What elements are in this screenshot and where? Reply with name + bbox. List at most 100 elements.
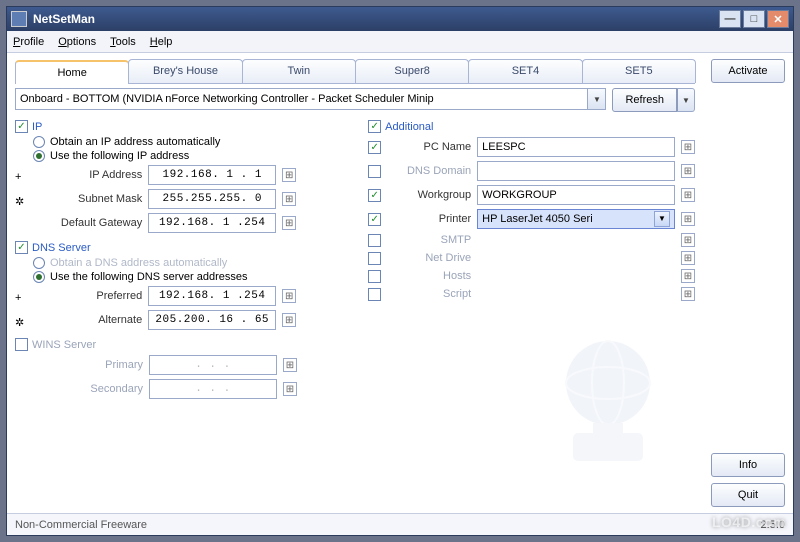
pcname-input[interactable]: LEESPC [477, 137, 675, 157]
main-panel: Home Brey's House Twin Super8 SET4 SET5 … [7, 53, 703, 513]
gateway-expand-icon[interactable]: ⊞ [282, 216, 296, 230]
smtp-checkbox[interactable]: ✓ [368, 234, 381, 247]
ip-use-label: Use the following IP address [50, 150, 189, 162]
dns-alternate-expand-icon[interactable]: ⊞ [282, 313, 296, 327]
dns-use-label: Use the following DNS server addresses [50, 271, 247, 283]
printer-dropdown-icon[interactable]: ▼ [654, 211, 670, 227]
wins-checkbox[interactable]: ✓ [15, 338, 28, 351]
additional-checkbox[interactable]: ✓ [368, 120, 381, 133]
printer-expand-icon[interactable]: ⊞ [681, 212, 695, 226]
maximize-button[interactable]: □ [743, 10, 765, 28]
menu-tools[interactable]: Tools [110, 36, 136, 48]
workgroup-label: Workgroup [387, 189, 471, 201]
dnsdomain-expand-icon[interactable]: ⊞ [681, 164, 695, 178]
right-pane: ✓ Additional ✓ PC Name LEESPC ⊞ ✓ DNS Do… [368, 120, 695, 407]
wins-secondary-input[interactable]: . . . [149, 379, 277, 399]
ip-checkbox[interactable]: ✓ [15, 120, 28, 133]
ip-gear-icon[interactable]: ✲ [15, 195, 24, 208]
menu-options[interactable]: Options [58, 36, 96, 48]
adapter-combo[interactable]: Onboard - BOTTOM (NVIDIA nForce Networki… [15, 88, 606, 112]
tab-breys-house[interactable]: Brey's House [128, 59, 242, 83]
quit-button[interactable]: Quit [711, 483, 785, 507]
additional-title: Additional [385, 121, 433, 133]
pcname-checkbox[interactable]: ✓ [368, 141, 381, 154]
pcname-label: PC Name [387, 141, 471, 153]
netdrive-expand-icon[interactable]: ⊞ [681, 251, 695, 265]
app-window: NetSetMan — □ ✕ Profile Options Tools He… [6, 6, 794, 536]
adapter-dropdown-icon[interactable]: ▼ [588, 88, 606, 110]
ip-obtain-label: Obtain an IP address automatically [50, 136, 220, 148]
gateway-label: Default Gateway [32, 217, 142, 229]
dns-checkbox[interactable]: ✓ [15, 241, 28, 254]
wins-primary-expand-icon[interactable]: ⊞ [283, 358, 297, 372]
tab-set4[interactable]: SET4 [468, 59, 582, 83]
dns-alternate-label: Alternate [32, 314, 142, 326]
minimize-button[interactable]: — [719, 10, 741, 28]
dns-obtain-radio[interactable] [33, 257, 45, 269]
subnet-mask-expand-icon[interactable]: ⊞ [282, 192, 296, 206]
dns-use-radio[interactable] [33, 271, 45, 283]
hosts-label: Hosts [387, 270, 471, 282]
tab-set5[interactable]: SET5 [582, 59, 696, 83]
wins-secondary-expand-icon[interactable]: ⊞ [283, 382, 297, 396]
menu-profile[interactable]: Profile [13, 36, 44, 48]
wins-primary-input[interactable]: . . . [149, 355, 277, 375]
window-title: NetSetMan [33, 12, 95, 26]
info-button[interactable]: Info [711, 453, 785, 477]
right-column: Activate Info Quit [703, 53, 793, 513]
pcname-expand-icon[interactable]: ⊞ [681, 140, 695, 154]
ip-address-input[interactable]: 192.168. 1 . 1 [148, 165, 276, 185]
printer-checkbox[interactable]: ✓ [368, 213, 381, 226]
workgroup-input[interactable]: WORKGROUP [477, 185, 675, 205]
dns-add-icon[interactable]: + [15, 292, 24, 304]
workgroup-expand-icon[interactable]: ⊞ [681, 188, 695, 202]
ip-use-radio[interactable] [33, 150, 45, 162]
wins-title: WINS Server [32, 339, 96, 351]
subnet-mask-label: Subnet Mask [32, 193, 142, 205]
tab-super8[interactable]: Super8 [355, 59, 469, 83]
menu-help[interactable]: Help [150, 36, 173, 48]
dns-title: DNS Server [32, 242, 91, 254]
dns-preferred-label: Preferred [32, 290, 142, 302]
ip-address-label: IP Address [32, 169, 142, 181]
dns-preferred-input[interactable]: 192.168. 1 .254 [148, 286, 276, 306]
close-button[interactable]: ✕ [767, 10, 789, 28]
hosts-expand-icon[interactable]: ⊞ [681, 269, 695, 283]
gateway-input[interactable]: 192.168. 1 .254 [148, 213, 276, 233]
ip-obtain-radio[interactable] [33, 136, 45, 148]
dns-alternate-input[interactable]: 205.200. 16 . 65 [148, 310, 276, 330]
script-label: Script [387, 288, 471, 300]
smtp-label: SMTP [387, 234, 471, 246]
printer-label: Printer [387, 213, 471, 225]
ip-title: IP [32, 121, 42, 133]
menu-bar: Profile Options Tools Help [7, 31, 793, 53]
app-icon [11, 11, 27, 27]
smtp-expand-icon[interactable]: ⊞ [681, 233, 695, 247]
status-left: Non-Commercial Freeware [15, 519, 147, 531]
ip-add-icon[interactable]: + [15, 171, 24, 183]
tab-twin[interactable]: Twin [242, 59, 356, 83]
printer-select[interactable]: HP LaserJet 4050 Seri ▼ [477, 209, 675, 229]
workgroup-checkbox[interactable]: ✓ [368, 189, 381, 202]
dns-gear-icon[interactable]: ✲ [15, 316, 24, 329]
adapter-value: Onboard - BOTTOM (NVIDIA nForce Networki… [15, 88, 588, 110]
subnet-mask-input[interactable]: 255.255.255. 0 [148, 189, 276, 209]
activate-button[interactable]: Activate [711, 59, 785, 83]
ip-address-expand-icon[interactable]: ⊞ [282, 168, 296, 182]
dns-preferred-expand-icon[interactable]: ⊞ [282, 289, 296, 303]
script-checkbox[interactable]: ✓ [368, 288, 381, 301]
netdrive-checkbox[interactable]: ✓ [368, 252, 381, 265]
lo4d-watermark: LO4D.com [712, 514, 786, 530]
adapter-row: Onboard - BOTTOM (NVIDIA nForce Networki… [15, 88, 695, 112]
refresh-button[interactable]: Refresh [612, 88, 677, 112]
profile-tabs: Home Brey's House Twin Super8 SET4 SET5 [15, 59, 695, 84]
tab-home[interactable]: Home [15, 60, 129, 84]
dnsdomain-input[interactable] [477, 161, 675, 181]
script-expand-icon[interactable]: ⊞ [681, 287, 695, 301]
hosts-checkbox[interactable]: ✓ [368, 270, 381, 283]
dnsdomain-checkbox[interactable]: ✓ [368, 165, 381, 178]
wins-secondary-label: Secondary [33, 383, 143, 395]
refresh-dropdown-icon[interactable]: ▼ [677, 88, 695, 112]
dnsdomain-label: DNS Domain [387, 165, 471, 177]
wins-primary-label: Primary [33, 359, 143, 371]
